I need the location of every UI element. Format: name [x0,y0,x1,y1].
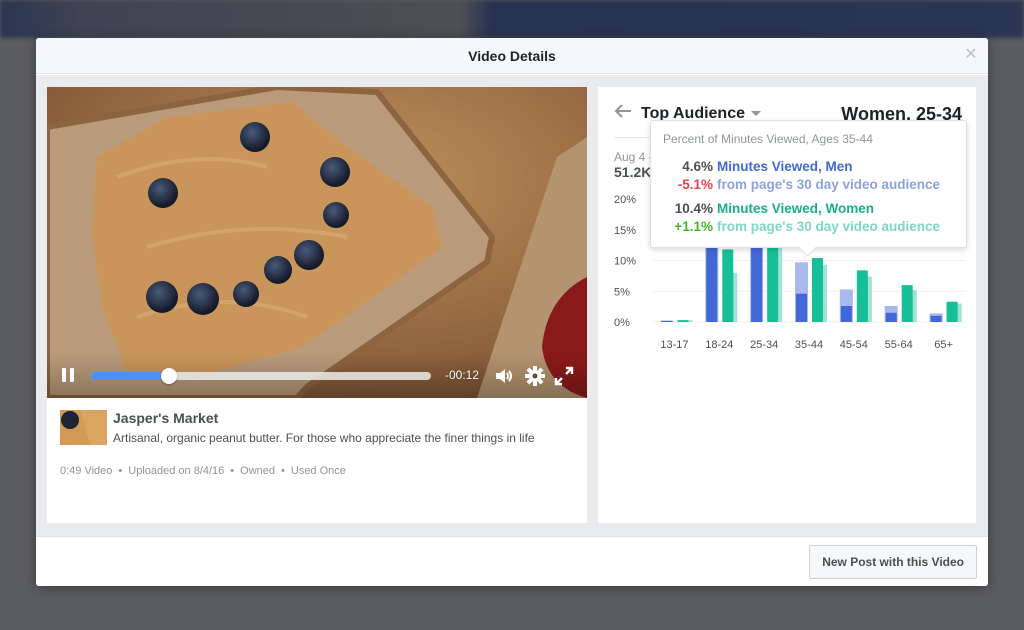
time-remaining: -00:12 [445,368,480,382]
video-meta: Jasper's Market Artisanal, organic peanu… [47,398,587,489]
video-thumbnail[interactable] [60,410,107,445]
volume-icon[interactable] [493,365,515,387]
y-tick-label: 5% [614,286,630,298]
bar-men [930,315,942,322]
modal-body: -00:12 Jasper's Market Artisanal, organi… [36,75,988,536]
tooltip-men-delta-row: -5.1% from page's 30 day video audience [651,177,966,192]
modal-title: Video Details [468,48,556,64]
x-tick-label: 18-24 [705,339,733,351]
video-details-modal: Video Details ✕ -00:12 Jasper's Market A… [36,38,988,586]
video-card: -00:12 Jasper's Market Artisanal, organi… [47,87,587,523]
bar-women [901,285,913,322]
bar-men [661,320,673,322]
x-tick-label: 35-44 [795,339,823,351]
caret-down-icon [751,111,761,117]
close-icon[interactable]: ✕ [964,47,978,63]
video-description: Artisanal, organic peanut butter. For th… [113,431,535,445]
tooltip-men-value-row: 4.6% Minutes Viewed, Men [651,159,966,174]
video-frame [47,87,587,398]
chart-tooltip: Percent of Minutes Viewed, Ages 35-44 4.… [650,120,967,248]
video-player[interactable]: -00:12 [47,87,587,398]
video-controls: -00:12 [47,354,587,398]
new-post-button[interactable]: New Post with this Video [809,545,977,579]
bar-men [840,306,852,322]
ownership: Owned [240,465,276,477]
arrow-left-icon[interactable] [614,104,632,118]
men-delta-label: from page's 30 day video audience [717,177,941,192]
bar-women [722,249,734,322]
date-range: Aug 4 - [614,150,653,164]
bar-women [677,320,689,322]
audience-stats-card: Top Audience Women, 25-34 Aug 4 - 51.2K … [598,87,976,523]
y-tick-label: 10% [614,256,636,268]
progress-fill [91,372,170,380]
x-tick-label: 13-17 [660,339,688,351]
x-tick-label: 45-54 [840,339,868,351]
women-delta-label: from page's 30 day video audience [717,219,941,234]
y-tick-label: 20% [614,194,636,206]
y-tick-label: 15% [614,225,636,237]
upload-date: Uploaded on 8/4/16 [128,465,225,477]
usage-count: Used Once [290,465,346,477]
bar-men [885,312,897,322]
bar-women [856,270,868,322]
x-tick-label: 55-64 [885,339,913,351]
x-tick-label: 25-34 [750,339,778,351]
modal-footer: New Post with this Video [36,536,988,586]
tooltip-women-value-row: 10.4% Minutes Viewed, Women [651,201,966,216]
tooltip-title: Percent of Minutes Viewed, Ages 35-44 [663,132,873,146]
progress-handle[interactable] [161,368,178,384]
modal-header: Video Details ✕ [36,38,988,74]
x-tick-label: 65+ [934,339,953,351]
pause-icon[interactable] [61,368,75,384]
bar-women [946,301,958,322]
page-name[interactable]: Jasper's Market [113,410,574,426]
gear-icon[interactable] [524,365,546,387]
total-views: 51.2K [614,164,652,180]
women-delta: +1.1% [674,219,713,234]
men-percent: 4.6% [682,159,713,174]
video-duration: 0:49 Video [60,465,113,477]
video-info: 0:49 Video • Uploaded on 8/4/16 • Owned • Used… [60,465,346,477]
women-percent: 10.4% [674,201,713,216]
progress-bar[interactable] [91,368,431,384]
bar-women [812,258,823,322]
background-app-bar [0,0,1024,38]
bar-men [796,293,807,322]
y-tick-label: 0% [614,317,630,329]
women-label: Minutes Viewed, Women [717,201,875,216]
men-delta: -5.1% [677,177,713,192]
expand-icon[interactable] [553,365,575,387]
tooltip-women-delta-row: +1.1% from page's 30 day video audience [651,219,966,234]
men-label: Minutes Viewed, Men [717,159,853,174]
